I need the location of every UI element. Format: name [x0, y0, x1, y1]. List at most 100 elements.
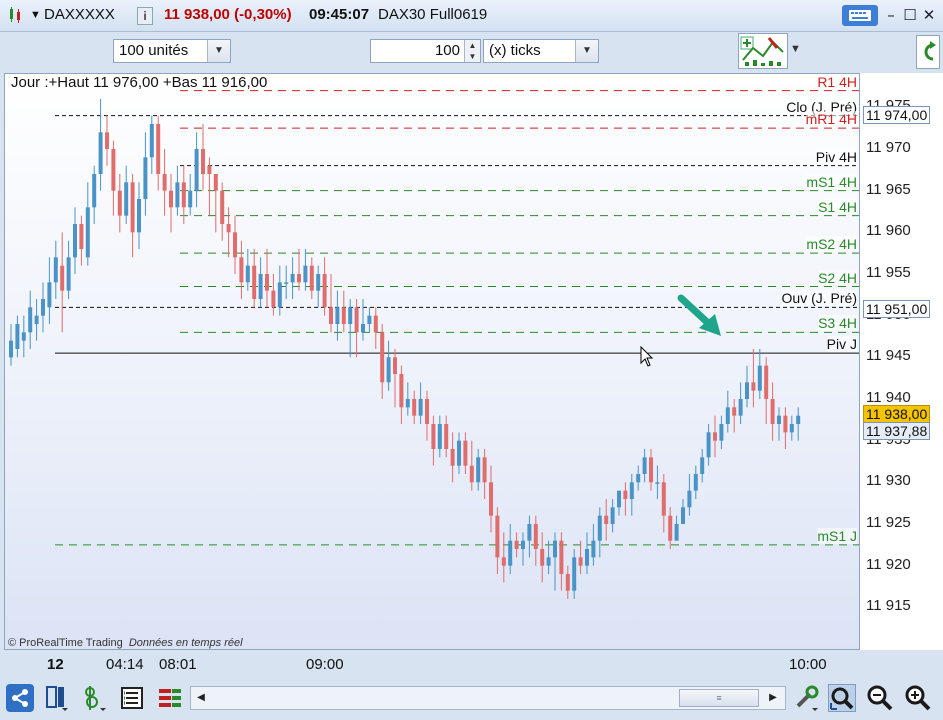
candle-body	[258, 274, 263, 299]
ticks-select[interactable]: (x) ticks ▼	[483, 39, 599, 63]
watermark: © ProRealTime Trading Données en temps r…	[8, 637, 243, 649]
time-axis[interactable]: 12 04:14 08:01 09:00 10:00	[4, 650, 860, 675]
zoom-select-icon[interactable]	[828, 684, 856, 712]
candle-body	[476, 457, 481, 483]
chevron-down-icon[interactable]: ▼	[575, 40, 598, 62]
candle-body	[393, 357, 397, 374]
maximize-icon[interactable]: ☐	[901, 6, 919, 24]
quantity-stepper[interactable]: 100 ▲ ▼	[370, 39, 481, 63]
ticker-dropdown-arrow[interactable]: ▼	[30, 9, 41, 21]
price-change: 11 938,00 (-0,30%)	[164, 6, 292, 23]
candle-body	[745, 382, 749, 399]
price-axis[interactable]: 11 97511 97011 96511 96011 95511 95011 9…	[860, 73, 943, 650]
strategy-icon[interactable]	[738, 33, 788, 69]
candle-body	[380, 332, 385, 383]
candle-body	[565, 574, 570, 591]
indicator-icon[interactable]	[80, 684, 108, 712]
zoom-out-icon[interactable]	[866, 684, 894, 712]
candle-body	[137, 199, 141, 233]
scroll-right-icon[interactable]: ▶	[765, 689, 781, 707]
scroll-left-icon[interactable]: ◀	[193, 689, 209, 707]
candle-body	[610, 507, 615, 524]
candle-body	[79, 224, 84, 249]
candlestick-icon	[8, 6, 22, 24]
candle-body	[245, 265, 250, 283]
candle-body	[105, 132, 109, 149]
y-tick-label: 11 915	[866, 597, 911, 615]
candle-body	[316, 274, 321, 291]
ticker-name[interactable]: DAXXXXX	[44, 6, 115, 23]
candle-body	[265, 274, 269, 291]
x-tick-1000: 10:00	[789, 656, 827, 673]
x-tick-day: 12	[47, 656, 64, 673]
candle-body	[239, 257, 244, 283]
candle-body	[329, 307, 333, 324]
candle-body	[213, 174, 218, 191]
candle-body	[188, 190, 193, 208]
candle-body	[533, 524, 538, 549]
candle-body	[405, 399, 410, 408]
refresh-icon[interactable]	[916, 35, 940, 69]
x-tick-0801: 08:01	[159, 656, 197, 673]
candle-body	[322, 274, 327, 308]
candle-body	[450, 449, 455, 466]
close-icon[interactable]: ✕	[920, 6, 938, 24]
minimize-icon[interactable]: –	[882, 6, 900, 24]
y-tick-label: 11 920	[866, 555, 911, 573]
candle-body	[777, 415, 781, 424]
candle-body	[15, 324, 20, 349]
y-tick-label: 11 960	[866, 222, 911, 240]
ticks-value: (x) ticks	[489, 42, 541, 59]
level-label: mS2 4H	[806, 236, 857, 253]
candle-body	[399, 374, 404, 408]
level-label: S3 4H	[818, 315, 857, 332]
candle-body	[252, 265, 257, 299]
chevron-down-icon[interactable]: ▼	[207, 40, 230, 62]
candle-body	[661, 482, 666, 516]
candle-body	[9, 340, 13, 358]
tools-icon[interactable]	[792, 684, 820, 712]
share-icon[interactable]	[6, 684, 34, 712]
info-icon[interactable]: i	[137, 7, 153, 25]
current-price-box: 11 938,00	[863, 405, 931, 423]
level-label: Piv J	[826, 336, 857, 353]
scroll-thumb[interactable]: ≡	[679, 689, 759, 707]
y-tick-label: 11 955	[866, 264, 911, 281]
candle-body	[92, 174, 97, 208]
units-value: 100 unités	[119, 42, 189, 59]
candle-body	[681, 507, 685, 524]
candle-body	[412, 399, 417, 416]
clo-price-box: 11 974,00	[863, 106, 931, 124]
candle-body	[335, 307, 340, 324]
chart-scrollbar[interactable]: ◀ ≡ ▶	[190, 686, 786, 710]
candle-body	[418, 399, 423, 416]
display-icon[interactable]	[42, 684, 70, 712]
price-chart[interactable]: Jour :+Haut 11 976,00 +Bas 11 916,00 R1 …	[4, 73, 860, 650]
candle-body	[130, 182, 135, 233]
zoom-in-icon[interactable]	[904, 684, 932, 712]
drawing-icon[interactable]	[156, 684, 184, 712]
level-label: Ouv (J. Pré)	[781, 290, 857, 307]
y-tick-label: 11 970	[866, 139, 911, 156]
candle-body	[437, 424, 442, 449]
bottom-toolbar: ◀ ≡ ▶	[0, 676, 943, 720]
units-select[interactable]: 100 unités ▼	[113, 39, 231, 63]
candle-body	[655, 482, 660, 484]
keyboard-icon[interactable]	[842, 5, 878, 26]
chevron-down-icon[interactable]: ▼	[790, 43, 801, 55]
candle-body	[277, 282, 282, 308]
candle-body	[770, 399, 775, 424]
candle-body	[482, 457, 487, 483]
candle-body	[233, 232, 237, 258]
candle-body	[636, 474, 641, 483]
candle-body	[111, 149, 116, 191]
candle-body	[156, 124, 161, 174]
candle-body	[514, 540, 519, 549]
y-tick-label: 11 925	[866, 514, 911, 531]
list-icon[interactable]	[118, 684, 146, 712]
candle-body	[361, 324, 365, 333]
candle-body	[578, 557, 583, 566]
spin-arrows-icon[interactable]: ▲ ▼	[464, 40, 480, 62]
candle-body	[738, 399, 743, 416]
x-tick-0414: 04:14	[106, 656, 144, 673]
